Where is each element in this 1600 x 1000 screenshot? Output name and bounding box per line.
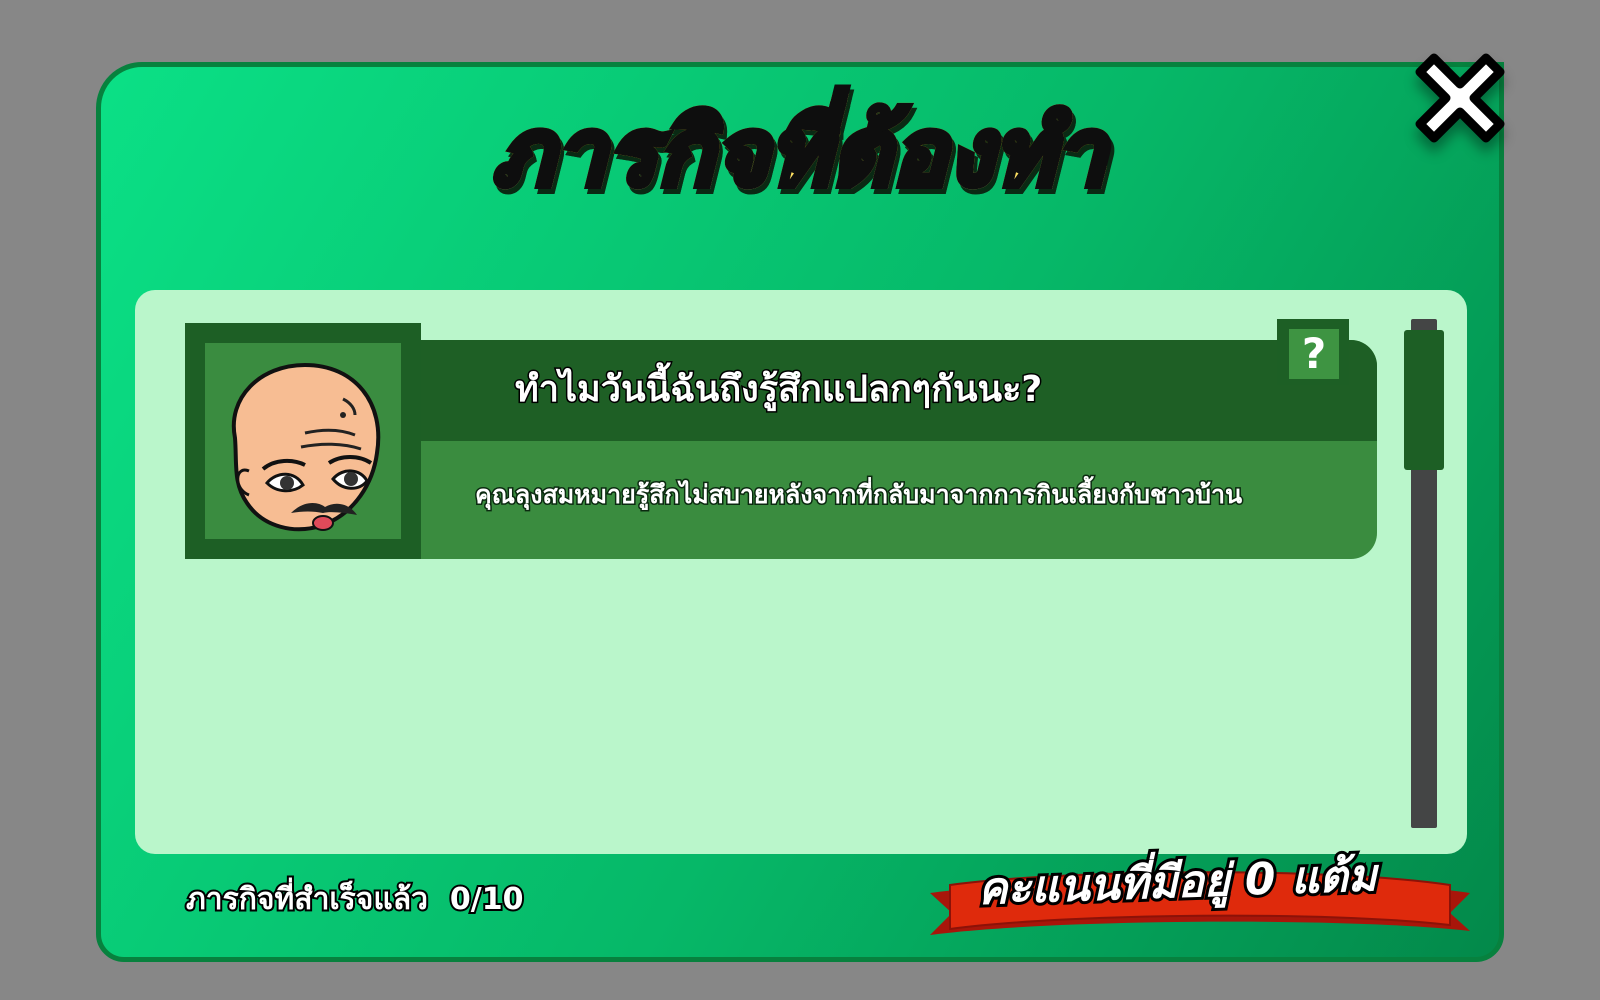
old-man-face-icon bbox=[231, 362, 381, 532]
old-man-portrait bbox=[205, 343, 401, 539]
completed-label: ภารกิจที่สำเร็จแล้ว bbox=[184, 880, 430, 919]
quest-title: ทำไมวันนี้ฉันถึงรู้สึกแปลกๆกันนะ? bbox=[513, 367, 1043, 411]
title-wrap: ภารกิจที่ต้องทำ bbox=[101, 93, 1499, 213]
quest-help-button[interactable]: ? bbox=[1277, 319, 1349, 385]
scrollbar-thumb[interactable] bbox=[1404, 330, 1444, 470]
close-x-icon bbox=[1415, 53, 1505, 143]
quest-card-body: ทำไมวันนี้ฉันถึงรู้สึกแปลกๆกันนะ? คุณลุง… bbox=[421, 340, 1377, 559]
close-button[interactable] bbox=[1398, 36, 1522, 160]
dialog-title: ภารกิจที่ต้องทำ bbox=[489, 93, 1109, 213]
completed-quests: ภารกิจที่สำเร็จแล้ว 0/10 bbox=[184, 880, 526, 919]
question-mark-icon: ? bbox=[1289, 329, 1339, 379]
quest-card[interactable]: ทำไมวันนี้ฉันถึงรู้สึกแปลกๆกันนะ? คุณลุง… bbox=[185, 323, 1377, 559]
completed-count: 0/10 bbox=[448, 880, 526, 919]
quest-description: คุณลุงสมหมายรู้สึกไม่สบายหลังจากที่กลับม… bbox=[473, 479, 1243, 511]
portrait-frame bbox=[185, 323, 421, 559]
